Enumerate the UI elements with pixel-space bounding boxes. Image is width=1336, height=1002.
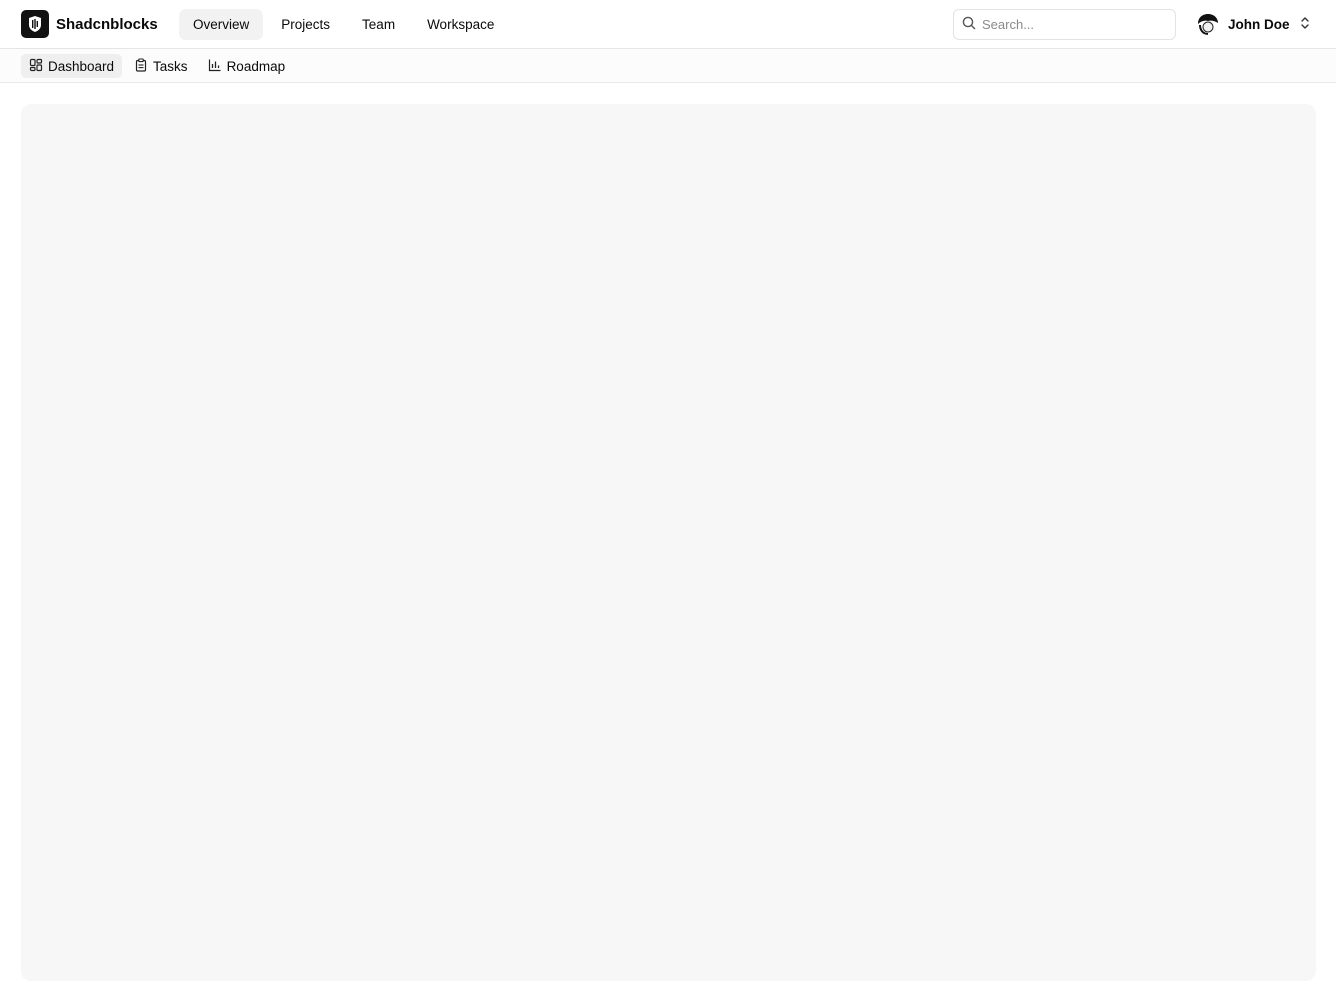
- search-input[interactable]: [982, 17, 1162, 32]
- search-icon: [962, 16, 976, 33]
- brand-name: Shadcnblocks: [56, 15, 158, 33]
- sub-navigation-bar: Dashboard Tasks Roadmap: [0, 49, 1336, 83]
- brand[interactable]: Shadcnblocks: [21, 10, 158, 38]
- tab-tasks-label: Tasks: [153, 58, 188, 74]
- tab-tasks[interactable]: Tasks: [126, 54, 196, 78]
- nav-item-workspace[interactable]: Workspace: [413, 9, 508, 40]
- bar-chart-icon: [208, 58, 222, 75]
- chevrons-up-down-icon: [1299, 16, 1311, 33]
- tab-roadmap-label: Roadmap: [226, 58, 286, 74]
- shadcnblocks-logo-icon: [21, 10, 49, 38]
- tab-dashboard-label: Dashboard: [48, 58, 115, 74]
- nav-item-team[interactable]: Team: [348, 9, 409, 40]
- nav-item-overview[interactable]: Overview: [179, 9, 264, 40]
- main-nav: Overview Projects Team Workspace: [179, 9, 508, 40]
- user-menu-button[interactable]: John Doe: [1197, 13, 1311, 35]
- clipboard-icon: [134, 57, 148, 75]
- nav-item-projects[interactable]: Projects: [267, 9, 344, 40]
- top-navigation-bar: Shadcnblocks Overview Projects Team Work…: [0, 0, 1336, 49]
- sub-nav: Dashboard Tasks Roadmap: [21, 54, 293, 78]
- tab-dashboard[interactable]: Dashboard: [21, 54, 123, 78]
- dashboard-content-panel: [21, 104, 1316, 981]
- avatar: [1197, 13, 1219, 35]
- user-name: John Doe: [1228, 16, 1290, 32]
- search-box[interactable]: [953, 9, 1176, 40]
- tab-roadmap[interactable]: Roadmap: [200, 54, 294, 78]
- layout-grid-icon: [29, 58, 43, 75]
